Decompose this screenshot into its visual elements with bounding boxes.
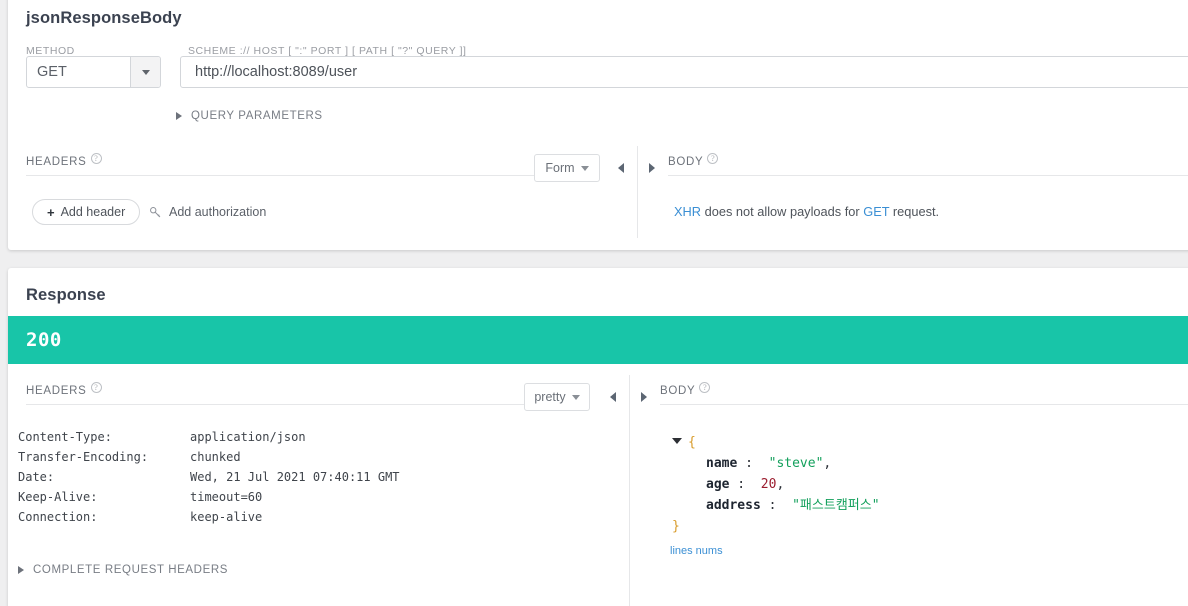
json-open-line: { bbox=[672, 432, 880, 453]
json-close-brace: } bbox=[672, 519, 680, 534]
add-authorization-label: Add authorization bbox=[169, 205, 267, 219]
status-code: 200 bbox=[26, 329, 62, 351]
method-select-value: GET bbox=[37, 64, 67, 80]
header-name: Connection: bbox=[18, 510, 98, 524]
response-next-panel-button[interactable] bbox=[637, 388, 651, 406]
request-body-note: XHR does not allow payloads for GET requ… bbox=[674, 204, 939, 219]
json-key: name bbox=[706, 456, 738, 471]
json-value: 20 bbox=[760, 477, 777, 492]
table-row: Content-Type: application/json bbox=[18, 430, 400, 450]
response-headers-format-select[interactable]: pretty bbox=[524, 383, 590, 411]
method-select[interactable]: GET bbox=[26, 56, 161, 88]
status-bar: 200 bbox=[8, 316, 1188, 364]
table-row: Date: Wed, 21 Jul 2021 07:40:11 GMT bbox=[18, 470, 400, 490]
json-open-brace: { bbox=[688, 435, 696, 450]
arrow-left-icon bbox=[618, 163, 624, 173]
table-row: Keep-Alive: timeout=60 bbox=[18, 490, 400, 510]
request-body-title: BODY bbox=[668, 156, 704, 168]
url-input[interactable]: http://localhost:8089/user bbox=[180, 56, 1188, 88]
chevron-right-icon bbox=[18, 566, 24, 574]
get-link[interactable]: GET bbox=[863, 204, 889, 219]
chevron-down-icon bbox=[141, 69, 150, 75]
query-parameters-toggle[interactable]: QUERY PARAMETERS bbox=[176, 110, 323, 122]
chevron-down-icon bbox=[571, 394, 580, 400]
table-row: Connection: keep-alive bbox=[18, 510, 400, 530]
next-panel-button[interactable] bbox=[645, 159, 659, 177]
response-title: Response bbox=[26, 286, 106, 304]
header-name: Transfer-Encoding: bbox=[18, 450, 149, 464]
json-comma: , bbox=[776, 477, 785, 492]
arrow-left-icon bbox=[610, 392, 616, 402]
json-separator: : bbox=[729, 477, 761, 492]
complete-request-headers-label: COMPLETE REQUEST HEADERS bbox=[33, 564, 229, 576]
panel-divider bbox=[637, 146, 638, 238]
method-select-caret-button[interactable] bbox=[130, 57, 160, 87]
query-parameters-label: QUERY PARAMETERS bbox=[191, 110, 323, 122]
response-headers-table: Content-Type: application/json Transfer-En… bbox=[18, 430, 400, 530]
prev-panel-button[interactable] bbox=[614, 159, 628, 177]
request-card: jsonResponseBody METHOD GET SCHEME :// H… bbox=[8, 0, 1188, 250]
header-value: timeout=60 bbox=[190, 490, 263, 504]
arrow-right-icon bbox=[649, 163, 655, 173]
plus-icon: + bbox=[47, 204, 55, 220]
header-name: Date: bbox=[18, 470, 55, 484]
add-header-button[interactable]: + Add header bbox=[32, 199, 141, 225]
json-separator: : bbox=[760, 498, 793, 513]
key-icon bbox=[149, 206, 162, 219]
page-title: jsonResponseBody bbox=[26, 9, 182, 27]
chevron-right-icon bbox=[176, 112, 182, 120]
json-comma: , bbox=[823, 456, 832, 471]
page-root: jsonResponseBody METHOD GET SCHEME :// H… bbox=[0, 0, 1188, 606]
json-separator: : bbox=[737, 456, 769, 471]
table-row: Transfer-Encoding: chunked bbox=[18, 450, 400, 470]
request-headers-format-value: Form bbox=[545, 161, 575, 175]
help-icon[interactable]: ? bbox=[699, 382, 711, 393]
json-key: address bbox=[706, 498, 761, 513]
request-headers-section-header: HEADERS ? bbox=[26, 153, 571, 176]
json-value: "패스트캠퍼스" bbox=[792, 498, 880, 513]
request-body-note-suffix: request. bbox=[889, 204, 940, 219]
header-name: Keep-Alive: bbox=[18, 490, 98, 504]
header-value: application/json bbox=[190, 430, 306, 444]
help-icon[interactable]: ? bbox=[90, 153, 102, 164]
header-value: chunked bbox=[190, 450, 241, 464]
response-body-section-header: BODY ? bbox=[660, 382, 1188, 405]
header-name: Content-Type: bbox=[18, 430, 112, 444]
complete-request-headers-toggle[interactable]: COMPLETE REQUEST HEADERS bbox=[18, 564, 228, 576]
json-close-line: } bbox=[672, 516, 880, 537]
request-body-note-middle: does not allow payloads for bbox=[701, 204, 864, 219]
help-icon[interactable]: ? bbox=[90, 382, 102, 393]
request-headers-title: HEADERS bbox=[26, 156, 87, 168]
json-entry: name : "steve", bbox=[672, 453, 880, 474]
response-prev-panel-button[interactable] bbox=[606, 388, 620, 406]
json-entry: age : 20, bbox=[672, 474, 880, 495]
json-entries: name : "steve", age : 20, address : "패스트캠퍼… bbox=[672, 453, 880, 516]
json-key: age bbox=[706, 477, 730, 492]
response-headers-table-body: Content-Type: application/json Transfer-En… bbox=[18, 430, 400, 530]
json-value: "steve" bbox=[768, 456, 824, 471]
collapse-triangle-icon[interactable] bbox=[672, 438, 682, 444]
add-header-label: Add header bbox=[60, 205, 126, 219]
json-entry: address : "패스트캠퍼스" bbox=[672, 495, 880, 516]
chevron-down-icon bbox=[580, 165, 589, 171]
header-value: Wed, 21 Jul 2021 07:40:11 GMT bbox=[190, 470, 400, 484]
request-headers-format-select[interactable]: Form bbox=[534, 154, 600, 182]
lines-nums-link[interactable]: lines nums bbox=[670, 545, 723, 557]
response-headers-title: HEADERS bbox=[26, 385, 87, 397]
response-body-title: BODY bbox=[660, 385, 696, 397]
request-body-section-header: BODY ? bbox=[668, 153, 1188, 176]
response-headers-section-header: HEADERS ? bbox=[26, 382, 571, 405]
response-headers-format-value: pretty bbox=[534, 390, 566, 404]
response-body-json-viewer: { name : "steve", age : 20, address : "패스트… bbox=[672, 432, 880, 537]
xhr-link[interactable]: XHR bbox=[674, 204, 701, 219]
arrow-right-icon bbox=[641, 392, 647, 402]
help-icon[interactable]: ? bbox=[707, 153, 719, 164]
add-authorization-button[interactable]: Add authorization bbox=[149, 205, 266, 219]
header-value: keep-alive bbox=[190, 510, 263, 524]
